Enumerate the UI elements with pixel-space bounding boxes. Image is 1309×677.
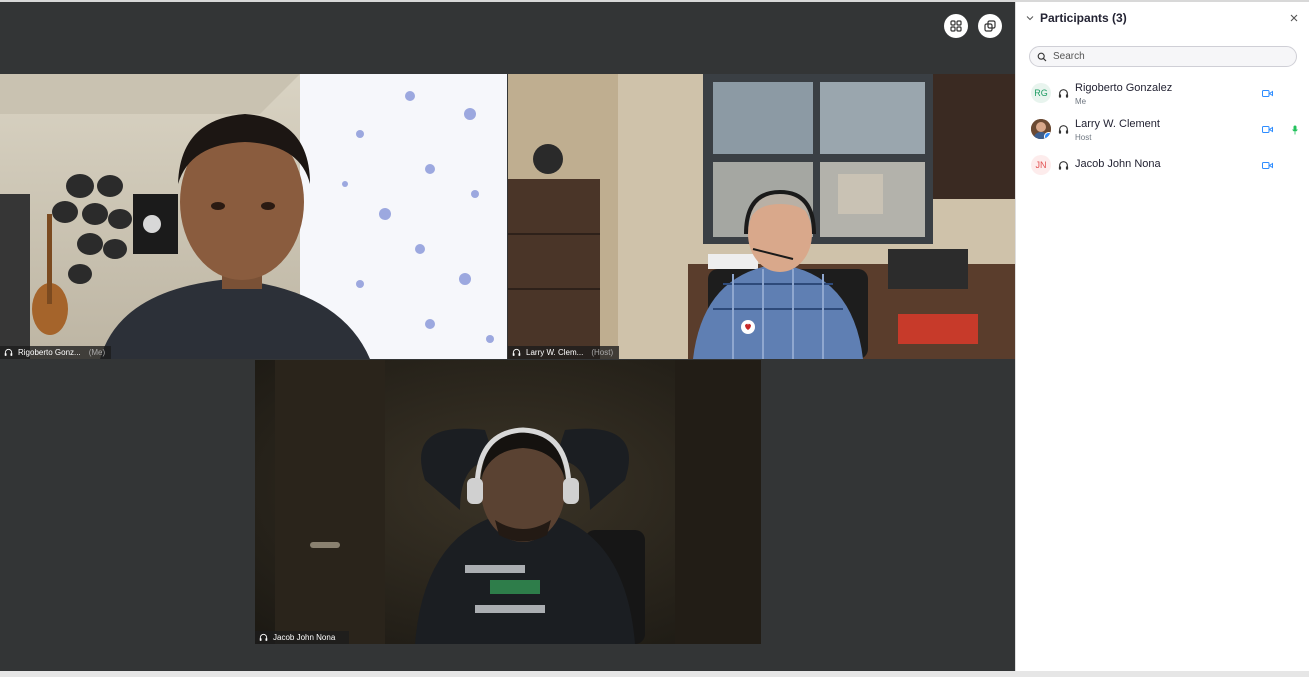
- participant-role: Host: [1075, 133, 1092, 142]
- popout-button[interactable]: [978, 14, 1002, 38]
- participant-row-rigoberto[interactable]: RG Rigoberto Gonzalez Me: [1016, 80, 1309, 110]
- participant-row-jacob[interactable]: JN Jacob John Nona: [1016, 150, 1309, 180]
- video-camera-icon[interactable]: [1262, 89, 1273, 98]
- audio-headphone-icon: [4, 348, 13, 356]
- video-tile-larry[interactable]: Larry W. Clem... (Host): [508, 74, 1015, 359]
- video-feed-rigoberto: [0, 74, 507, 359]
- avatar: JN: [1031, 155, 1051, 175]
- video-camera-icon[interactable]: [1262, 125, 1273, 134]
- participant-name: Rigoberto Gonzalez: [1075, 82, 1173, 94]
- audio-headphone-icon: [512, 348, 521, 356]
- search-input[interactable]: [1053, 51, 1283, 62]
- popout-icon: [984, 20, 996, 32]
- host-badge: [1044, 132, 1051, 139]
- audio-headphone-icon: [1058, 89, 1069, 98]
- search-icon: [1037, 52, 1047, 61]
- search-box[interactable]: [1029, 46, 1297, 67]
- tile-participant-name: Jacob John Nona: [273, 633, 336, 642]
- window-bottom-bar: [0, 671, 1309, 677]
- mic-active-icon[interactable]: [1292, 125, 1298, 135]
- avatar: [1031, 119, 1051, 139]
- participant-role: Me: [1075, 97, 1087, 106]
- video-camera-icon[interactable]: [1262, 161, 1273, 170]
- close-icon[interactable]: [1288, 12, 1300, 24]
- chevron-down-icon: [1026, 16, 1034, 21]
- video-tile-jacob[interactable]: Jacob John Nona: [255, 360, 761, 644]
- tile-name-label: Jacob John Nona: [255, 631, 350, 644]
- tile-participant-role: (Host): [591, 348, 614, 357]
- avatar: RG: [1031, 83, 1051, 103]
- video-feed-jacob: [255, 360, 761, 644]
- video-tile-rigoberto[interactable]: Rigoberto Gonz... (Me): [0, 74, 507, 359]
- participant-row-larry[interactable]: Larry W. Clement Host: [1016, 116, 1309, 146]
- participant-name: Larry W. Clement: [1075, 118, 1160, 130]
- participants-panel: Participants (3) RG Rigoberto Gonzalez M…: [1015, 2, 1309, 671]
- tile-name-label: Rigoberto Gonz... (Me): [0, 346, 112, 359]
- tile-name-label: Larry W. Clem... (Host): [508, 346, 620, 359]
- panel-title: Participants (3): [1040, 11, 1127, 25]
- tile-participant-name: Rigoberto Gonz...: [18, 348, 81, 357]
- audio-headphone-icon: [1058, 125, 1069, 134]
- video-feed-larry: [508, 74, 1015, 359]
- tile-participant-role: (Me): [88, 348, 106, 357]
- participant-name: Jacob John Nona: [1075, 158, 1161, 170]
- grid-view-icon: [950, 20, 962, 32]
- tile-participant-name: Larry W. Clem...: [526, 348, 584, 357]
- audio-headphone-icon: [259, 633, 268, 641]
- participants-panel-header[interactable]: Participants (3): [1026, 11, 1127, 25]
- audio-headphone-icon: [1058, 161, 1069, 170]
- grid-view-button[interactable]: [944, 14, 968, 38]
- video-stage: Rigoberto Gonz... (Me) Larry W. Clem... …: [0, 2, 1015, 671]
